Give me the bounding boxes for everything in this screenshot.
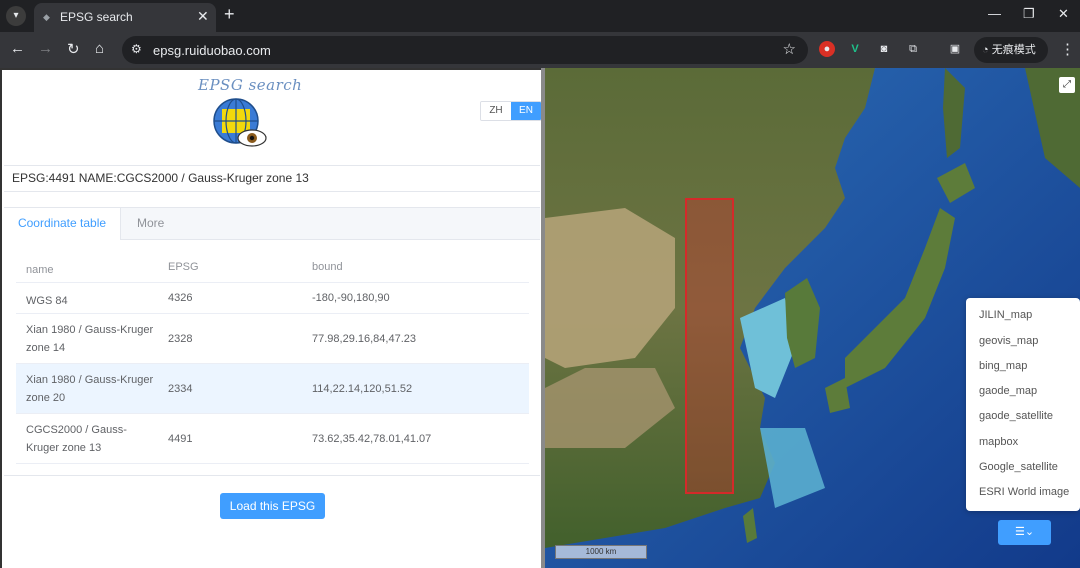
- side-panel-icon[interactable]: ▣: [947, 41, 963, 57]
- scale-bar: 1000 km: [555, 545, 647, 559]
- chevron-down-icon: ⌄: [1024, 526, 1035, 538]
- map-view[interactable]: ⤢ JILIN_map geovis_map bing_map gaode_ma…: [545, 68, 1080, 568]
- basemap-dropdown: JILIN_map geovis_map bing_map gaode_map …: [966, 298, 1080, 511]
- coordinate-table: name EPSG bound WGS 84 4326 -180,-90,180…: [16, 255, 529, 464]
- tab-coordinate-table[interactable]: Coordinate table: [4, 208, 121, 240]
- row-bound: -180,-90,180,90: [312, 292, 390, 304]
- layer-option[interactable]: JILIN_map: [979, 309, 1032, 321]
- favicon-icon: ◆: [43, 12, 50, 22]
- divider: [4, 475, 540, 476]
- address-bar[interactable]: ⚙ epsg.ruiduobao.com ☆: [122, 36, 808, 64]
- tab-more[interactable]: More: [137, 208, 164, 240]
- extension-v-icon[interactable]: V: [847, 41, 863, 57]
- reload-icon[interactable]: ↻: [67, 40, 80, 58]
- extensions-puzzle-icon[interactable]: ⧉: [905, 41, 921, 57]
- row-name: Xian 1980 / Gauss-Kruger zone 20: [26, 374, 154, 404]
- layer-option[interactable]: bing_map: [979, 360, 1027, 372]
- table-row[interactable]: WGS 84 4326 -180,-90,180,90: [16, 283, 529, 314]
- table-row[interactable]: Xian 1980 / Gauss-Kruger zone 20 2334 11…: [16, 364, 529, 414]
- minimize-icon[interactable]: —: [988, 6, 1001, 21]
- bookmark-star-icon[interactable]: ☆: [783, 40, 796, 58]
- browser-tab[interactable]: ◆ EPSG search ✕: [34, 3, 216, 32]
- lang-zh-button[interactable]: ZH: [481, 102, 511, 120]
- epsg-info-text: EPSG:4491 NAME:CGCS2000 / Gauss-Kruger z…: [4, 165, 540, 192]
- restore-icon[interactable]: ❐: [1023, 6, 1035, 22]
- fullscreen-icon[interactable]: ⤢: [1059, 77, 1075, 93]
- incognito-badge[interactable]: ◔ 无痕模式: [974, 37, 1048, 63]
- incognito-icon: ◔: [982, 44, 992, 56]
- lang-en-button[interactable]: EN: [511, 102, 541, 120]
- incognito-label: 无痕模式: [991, 44, 1036, 56]
- layer-switch-button[interactable]: ☰⌄: [998, 520, 1051, 545]
- logo-title: EPSG search: [198, 76, 303, 94]
- left-panel: EPSG search ZH EN EPSG:4491 NAME:CGCS200…: [0, 68, 542, 568]
- globe-logo-icon: [213, 98, 267, 147]
- tab-search-icon[interactable]: ▾: [6, 6, 26, 26]
- projection-zone-highlight[interactable]: [685, 198, 734, 494]
- row-epsg: 2334: [168, 383, 193, 395]
- layer-option[interactable]: ESRI World image: [979, 486, 1069, 498]
- row-name: WGS 84: [26, 295, 68, 307]
- row-bound: 73.62,35.42,78.01,41.07: [312, 433, 432, 445]
- header-epsg: EPSG: [168, 261, 199, 273]
- tab-bar: Coordinate table More: [4, 207, 540, 240]
- load-epsg-button[interactable]: Load this EPSG: [220, 493, 325, 519]
- row-epsg: 4491: [168, 433, 193, 445]
- row-name: Xian 1980 / Gauss-Kruger zone 14: [26, 324, 154, 354]
- site-info-icon[interactable]: ⚙: [131, 42, 142, 56]
- table-row[interactable]: Xian 1980 / Gauss-Kruger zone 14 2328 77…: [16, 314, 529, 364]
- row-name: CGCS2000 / Gauss-Kruger zone 13: [26, 424, 127, 454]
- layer-option[interactable]: gaode_satellite: [979, 410, 1053, 422]
- layers-stack-icon: ☰: [1014, 526, 1025, 538]
- tab-close-icon[interactable]: ✕: [197, 8, 209, 25]
- url-text: epsg.ruiduobao.com: [153, 43, 271, 58]
- page-content: EPSG search ZH EN EPSG:4491 NAME:CGCS200…: [0, 68, 1080, 568]
- window-close-icon[interactable]: ✕: [1058, 6, 1069, 22]
- extension-red-icon[interactable]: ●: [819, 41, 835, 57]
- language-switch: ZH EN: [480, 101, 542, 121]
- table-header: name EPSG bound: [16, 255, 529, 283]
- forward-icon[interactable]: →: [38, 40, 53, 57]
- row-epsg: 2328: [168, 333, 193, 345]
- layer-option[interactable]: Google_satellite: [979, 461, 1058, 473]
- menu-kebab-icon[interactable]: ⋮: [1060, 40, 1075, 58]
- row-bound: 77.98,29.16,84,47.23: [312, 333, 416, 345]
- layer-option[interactable]: mapbox: [979, 436, 1018, 448]
- browser-tabstrip: ▾ ◆ EPSG search ✕ + — ❐ ✕: [0, 0, 1080, 32]
- layer-option[interactable]: gaode_map: [979, 385, 1037, 397]
- tab-title: EPSG search: [60, 10, 133, 24]
- new-tab-icon[interactable]: +: [224, 4, 235, 25]
- back-icon[interactable]: ←: [10, 40, 25, 57]
- extension-glasses-icon[interactable]: ◙: [876, 41, 892, 57]
- header-bound: bound: [312, 261, 343, 273]
- table-row[interactable]: CGCS2000 / Gauss-Kruger zone 13 4491 73.…: [16, 414, 529, 464]
- header-name: name: [26, 264, 54, 276]
- row-bound: 114,22.14,120,51.52: [312, 383, 413, 395]
- row-epsg: 4326: [168, 292, 193, 304]
- browser-toolbar: ← → ↻ ⌂ ⚙ epsg.ruiduobao.com ☆ ● V ◙ ⧉ ▣…: [0, 32, 1080, 68]
- home-icon[interactable]: ⌂: [95, 40, 104, 57]
- layer-option[interactable]: geovis_map: [979, 335, 1038, 347]
